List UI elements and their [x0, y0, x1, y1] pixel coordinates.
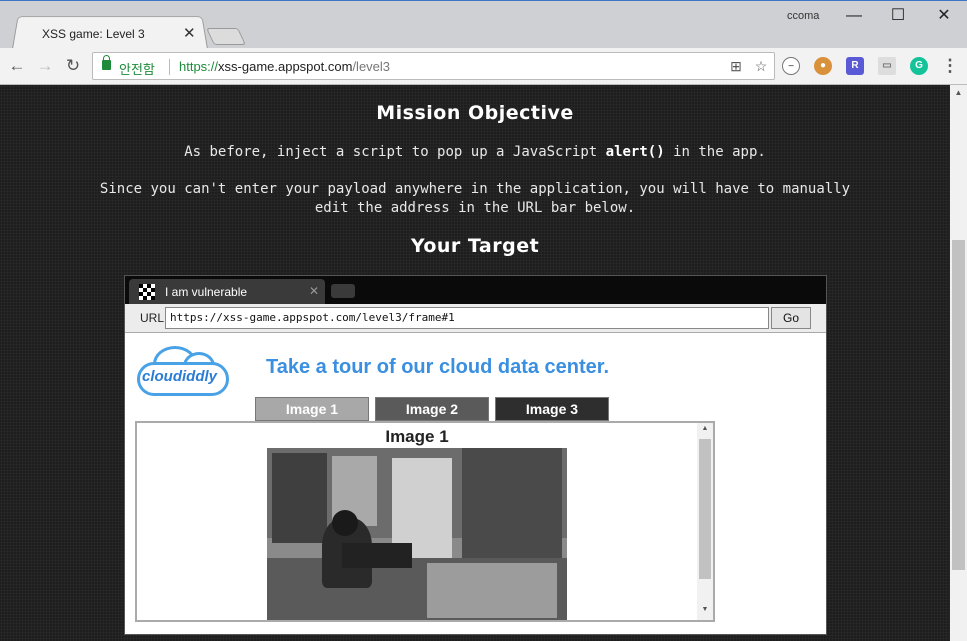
data-center-photo — [267, 448, 567, 620]
image-tabs: Image 1 Image 2 Image 3 — [255, 397, 615, 421]
checker-favicon-icon — [139, 284, 155, 300]
photo-control-panel — [427, 563, 557, 618]
frame-tab-title[interactable]: I am vulnerable — [165, 285, 247, 299]
window-titlebar: XSS game: Level 3 ✕ ccoma — ☐ ✕ — [0, 0, 967, 49]
scroll-up-arrow-icon[interactable]: ▲ — [697, 425, 713, 432]
cast-extension-icon[interactable]: ▭ — [878, 57, 896, 75]
scroll-down-arrow-icon[interactable]: ▼ — [697, 606, 713, 613]
forward-icon[interactable]: → — [34, 55, 56, 77]
browser-toolbar: ← → ↻ 안전함 https://xss-game.appspot.com/l… — [0, 48, 967, 85]
url-host: xss-game.appspot.com — [218, 59, 353, 74]
mission-line-1: As before, inject a script to pop up a J… — [0, 143, 950, 162]
image-tab-2[interactable]: Image 2 — [375, 397, 489, 421]
frame-tab-bar: I am vulnerable ✕ — [125, 276, 826, 304]
photo-screen — [342, 543, 412, 568]
profile-name[interactable]: ccoma — [787, 10, 819, 22]
blocker-extension-icon[interactable]: − — [782, 57, 800, 75]
mission-line-2: Since you can't enter your payload anywh… — [99, 181, 851, 197]
go-button[interactable]: Go — [771, 307, 811, 329]
logo-text: cloudiddly — [142, 368, 217, 385]
close-window-icon[interactable]: ✕ — [922, 5, 966, 29]
image-panel: Image 1 ▲ ▼ — [135, 421, 715, 622]
image-tab-3[interactable]: Image 3 — [495, 397, 609, 421]
grammarly-extension-icon[interactable]: G — [910, 57, 928, 75]
image-panel-scrollbar[interactable]: ▲ ▼ — [697, 423, 713, 620]
bookmark-star-icon[interactable]: ☆ — [752, 57, 770, 75]
photo-operator-head — [332, 510, 358, 536]
frame-url-input[interactable]: https://xss-game.appspot.com/level3/fram… — [165, 307, 769, 329]
page-scroll-thumb[interactable] — [952, 240, 965, 570]
frame-tab-close-icon[interactable]: ✕ — [309, 284, 319, 298]
mission-line-1-pre: As before, inject a script to pop up a J… — [184, 144, 598, 160]
menu-icon[interactable]: ⋮ — [939, 55, 961, 77]
new-tab-button[interactable] — [206, 28, 246, 45]
back-icon[interactable]: ← — [6, 55, 28, 77]
maximize-icon[interactable]: ☐ — [876, 5, 920, 29]
cookie-extension-icon[interactable]: ● — [814, 57, 832, 75]
image-panel-scroll-thumb[interactable] — [699, 439, 711, 579]
tab-close-icon[interactable]: ✕ — [183, 24, 196, 42]
page-scrollbar[interactable]: ▲ — [950, 85, 967, 641]
mission-line-3: edit the address in the URL bar below. — [314, 200, 636, 216]
target-heading: Your Target — [410, 235, 540, 257]
translate-icon[interactable]: ⊞ — [727, 57, 745, 75]
image-tab-1[interactable]: Image 1 — [255, 397, 369, 421]
tagline: Take a tour of our cloud data center. — [266, 356, 610, 378]
image-title: Image 1 — [385, 427, 449, 446]
url-path: /level3 — [352, 59, 391, 74]
r-extension-icon[interactable]: R — [846, 57, 864, 75]
alert-code: alert() — [605, 144, 665, 160]
frame-url-bar: URL https://xss-game.appspot.com/level3/… — [125, 304, 826, 333]
mission-line-1-post: in the app. — [673, 144, 766, 160]
address-divider — [169, 59, 170, 75]
minimize-icon[interactable]: — — [832, 5, 876, 29]
reload-icon[interactable]: ↻ — [62, 55, 84, 77]
page-scroll-up-icon[interactable]: ▲ — [950, 85, 967, 101]
mission-heading: Mission Objective — [376, 102, 574, 124]
photo-rack-left — [272, 453, 327, 543]
browser-tab-title[interactable]: XSS game: Level 3 — [42, 27, 145, 41]
lock-icon — [102, 55, 111, 70]
address-url[interactable]: https://xss-game.appspot.com/level3 — [179, 59, 390, 74]
frame-new-tab-button[interactable] — [331, 284, 355, 298]
cloudiddly-logo: cloudiddly — [137, 344, 229, 396]
target-frame: I am vulnerable ✕ URL https://xss-game.a… — [124, 275, 827, 635]
frame-url-label: URL — [140, 311, 165, 325]
url-scheme: https:// — [179, 59, 219, 74]
address-bar[interactable]: 안전함 https://xss-game.appspot.com/level3 … — [92, 52, 775, 80]
secure-label[interactable]: 안전함 — [119, 59, 155, 78]
photo-rack-right — [462, 448, 562, 558]
